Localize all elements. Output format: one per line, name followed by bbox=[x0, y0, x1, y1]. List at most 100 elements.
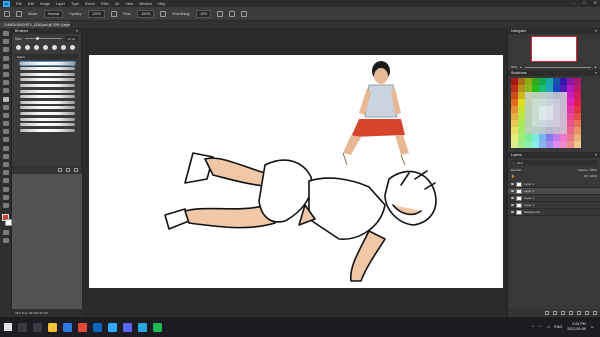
color-swatch[interactable] bbox=[574, 85, 581, 92]
layer-row[interactable]: Layer 1 bbox=[508, 181, 600, 188]
pen-tool-icon[interactable] bbox=[2, 153, 9, 159]
airbrush-icon[interactable] bbox=[160, 10, 167, 17]
color-swatch[interactable] bbox=[518, 106, 525, 113]
smoothing-options-gear-icon[interactable] bbox=[217, 10, 224, 17]
color-swatch[interactable] bbox=[567, 99, 574, 106]
layer-opacity-field[interactable]: Opacity: 100% bbox=[577, 168, 597, 172]
new-group-icon[interactable] bbox=[577, 311, 581, 315]
notifications-icon[interactable]: ▭ bbox=[591, 325, 594, 329]
gradient-tool-icon[interactable] bbox=[2, 129, 9, 135]
visibility-eye-icon[interactable] bbox=[511, 190, 514, 192]
color-swatch[interactable] bbox=[546, 78, 553, 85]
brush-tool-icon[interactable] bbox=[2, 96, 9, 102]
color-swatch[interactable] bbox=[567, 92, 574, 99]
brush-settings-icon[interactable] bbox=[16, 10, 22, 17]
color-swatch[interactable] bbox=[539, 113, 546, 120]
color-swatch[interactable] bbox=[553, 106, 560, 113]
layer-row[interactable]: Layer 1 bbox=[508, 202, 600, 209]
layer-row[interactable]: Background bbox=[508, 209, 600, 216]
color-swatch[interactable] bbox=[525, 78, 532, 85]
layer-row[interactable]: Layer 1 bbox=[508, 195, 600, 202]
chevron-up-icon[interactable]: ^ bbox=[532, 325, 534, 329]
color-swatch[interactable] bbox=[560, 141, 567, 148]
zoom-out-icon[interactable]: ▴ bbox=[520, 65, 522, 69]
mode-select[interactable]: Normal bbox=[44, 9, 63, 18]
minimize-button[interactable]: – bbox=[573, 0, 575, 5]
color-swatch[interactable] bbox=[532, 134, 539, 141]
clone-stamp-tool-icon[interactable] bbox=[2, 104, 9, 110]
smoothing-field[interactable]: 10% bbox=[196, 9, 212, 18]
color-swatch[interactable] bbox=[567, 85, 574, 92]
zoom-tool-icon[interactable] bbox=[2, 194, 9, 200]
color-swatch[interactable] bbox=[532, 78, 539, 85]
color-swatch[interactable] bbox=[525, 106, 532, 113]
color-swatch[interactable] bbox=[518, 85, 525, 92]
color-swatch[interactable] bbox=[511, 92, 518, 99]
visibility-eye-icon[interactable] bbox=[511, 211, 514, 213]
menu-window[interactable]: Window bbox=[139, 2, 152, 6]
panel-menu-icon[interactable]: ≡ bbox=[595, 29, 597, 33]
color-swatch[interactable] bbox=[546, 141, 553, 148]
color-swatch[interactable] bbox=[553, 92, 560, 99]
color-swatch[interactable] bbox=[567, 141, 574, 148]
color-swatch[interactable] bbox=[511, 99, 518, 106]
color-swatch[interactable] bbox=[553, 113, 560, 120]
adjustment-layer-icon[interactable] bbox=[569, 311, 573, 315]
color-swatch[interactable] bbox=[574, 78, 581, 85]
color-swatch[interactable] bbox=[518, 113, 525, 120]
eyedropper-tool-icon[interactable] bbox=[2, 80, 9, 86]
color-swatch[interactable] bbox=[560, 134, 567, 141]
color-swatch[interactable] bbox=[525, 120, 532, 127]
brush-tip[interactable] bbox=[25, 45, 30, 50]
color-swatch[interactable] bbox=[525, 141, 532, 148]
color-swatch[interactable] bbox=[574, 106, 581, 113]
screen-mode-icon[interactable] bbox=[2, 237, 9, 243]
navigator-zoom-value[interactable]: 33% bbox=[511, 65, 517, 69]
color-swatch[interactable] bbox=[518, 141, 525, 148]
layer-style-icon[interactable] bbox=[553, 311, 557, 315]
search-icon[interactable] bbox=[18, 322, 27, 332]
color-swatch[interactable] bbox=[567, 78, 574, 85]
wifi-icon[interactable]: ◠ bbox=[539, 325, 542, 329]
dodge-tool-icon[interactable] bbox=[2, 145, 9, 151]
color-swatch[interactable] bbox=[567, 120, 574, 127]
color-swatch[interactable] bbox=[511, 113, 518, 120]
brush-preset[interactable] bbox=[20, 67, 75, 71]
color-swatch[interactable] bbox=[518, 120, 525, 127]
task-view-icon[interactable] bbox=[33, 322, 42, 332]
color-swatch[interactable] bbox=[539, 78, 546, 85]
delete-brush-icon[interactable] bbox=[74, 168, 78, 172]
background-color-swatch[interactable] bbox=[4, 219, 12, 227]
color-swatch[interactable] bbox=[532, 106, 539, 113]
brush-size-field[interactable]: 10 px bbox=[64, 36, 78, 41]
color-swatch[interactable] bbox=[511, 120, 518, 127]
brush-preset[interactable] bbox=[20, 72, 75, 76]
color-swatch[interactable] bbox=[539, 99, 546, 106]
menu-help[interactable]: Help bbox=[158, 2, 165, 6]
brush-preset[interactable] bbox=[19, 60, 76, 66]
color-swatch[interactable] bbox=[532, 85, 539, 92]
color-swatch[interactable] bbox=[553, 85, 560, 92]
color-swatch[interactable] bbox=[525, 113, 532, 120]
color-swatch[interactable] bbox=[553, 127, 560, 134]
panel-menu-icon[interactable]: ≡ bbox=[76, 29, 78, 33]
menu-filter[interactable]: Filter bbox=[101, 2, 109, 6]
brush-tip[interactable] bbox=[52, 45, 57, 50]
document-tab[interactable]: CHARA MAGNIT0_1248.psd @ 33% (Layer 1, R… bbox=[0, 21, 70, 28]
color-swatch[interactable] bbox=[560, 120, 567, 127]
color-swatch[interactable] bbox=[532, 92, 539, 99]
color-swatch[interactable] bbox=[532, 99, 539, 106]
brush-preset[interactable] bbox=[20, 106, 75, 110]
color-swatch[interactable] bbox=[539, 106, 546, 113]
visibility-eye-icon[interactable] bbox=[511, 197, 514, 199]
visibility-eye-icon[interactable] bbox=[511, 204, 514, 206]
menu-type[interactable]: Type bbox=[71, 2, 79, 6]
brush-preset[interactable] bbox=[20, 111, 75, 115]
color-swatch[interactable] bbox=[518, 134, 525, 141]
color-swatch[interactable] bbox=[574, 92, 581, 99]
color-swatch[interactable] bbox=[546, 85, 553, 92]
color-swatch[interactable] bbox=[539, 85, 546, 92]
color-swatch[interactable] bbox=[574, 134, 581, 141]
menu-select[interactable]: Select bbox=[85, 2, 95, 6]
brush-tip[interactable] bbox=[43, 45, 48, 50]
